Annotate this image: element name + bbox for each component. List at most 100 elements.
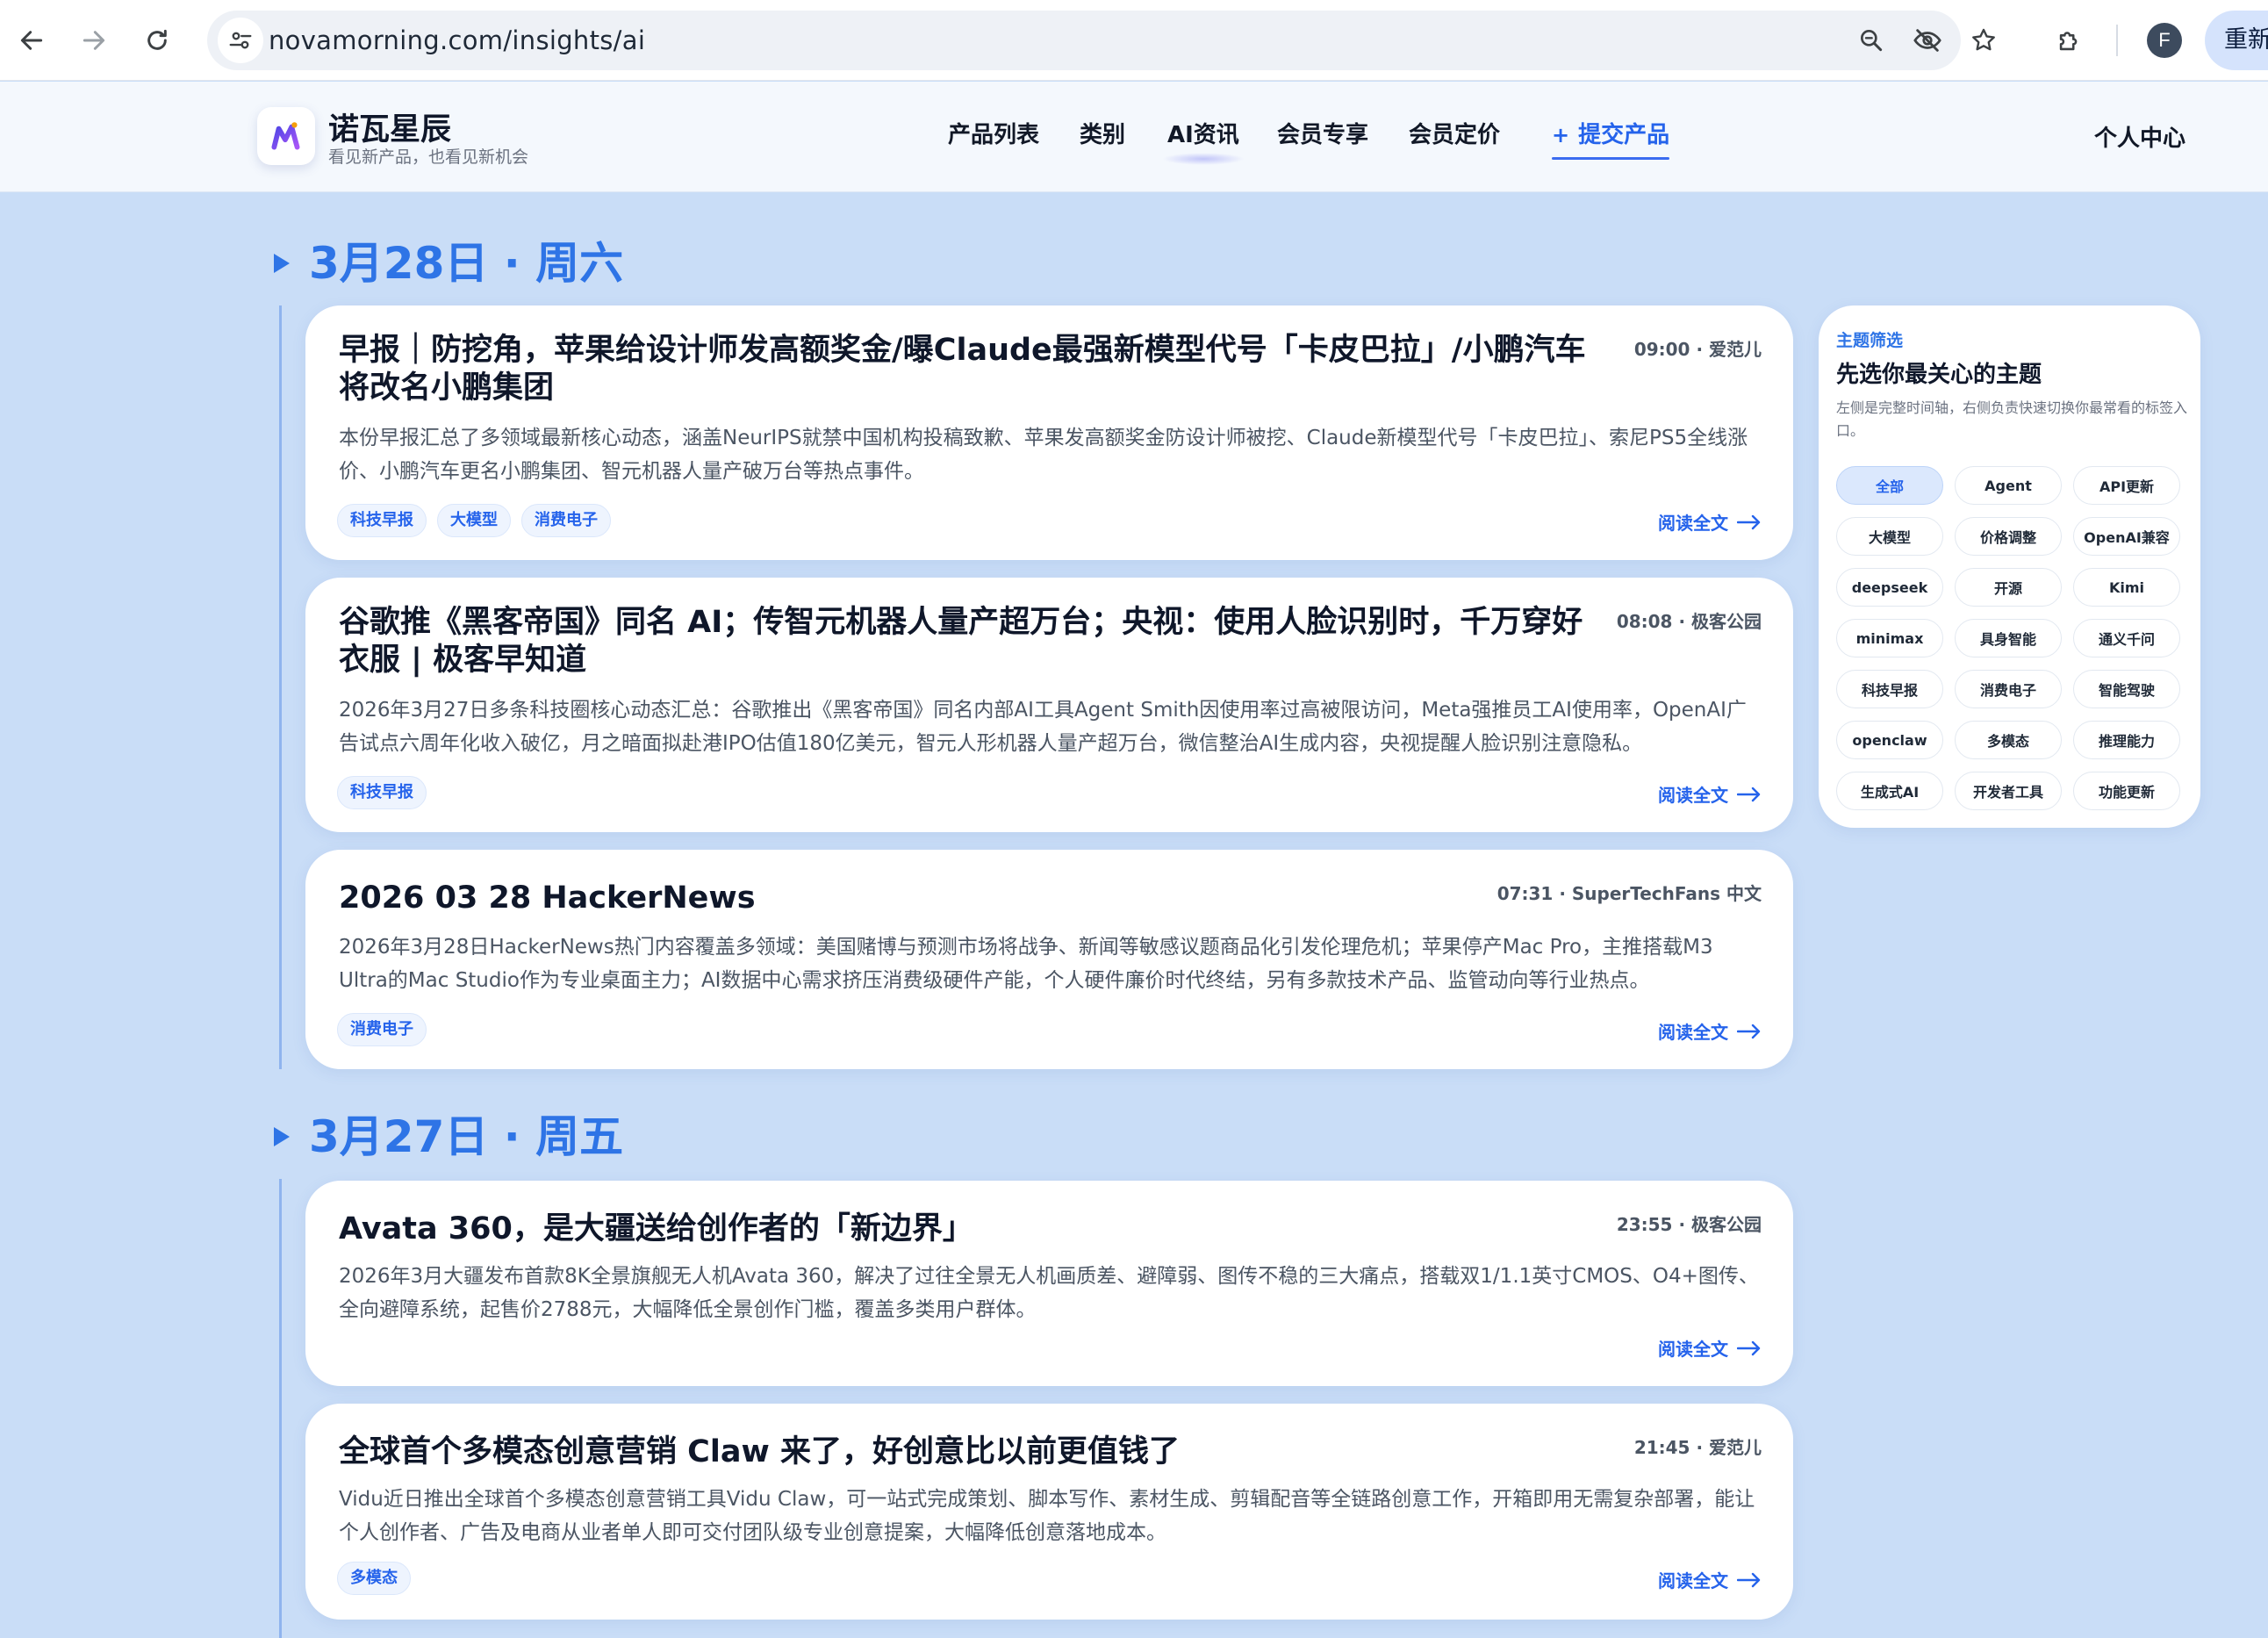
article-tags: 科技早报 [337,776,427,809]
date-heading: 3月27日 · 周五 [274,1102,623,1165]
article-card[interactable]: 谷歌推《黑客帝国》同名 AI；传智元机器人量产超万台；央视：使用人脸识别时，千万… [305,578,1793,832]
topic-chip[interactable]: 智能驾驶 [2073,670,2180,708]
article-card[interactable]: 2026 03 28 HackerNews 07:31 · SuperTechF… [305,850,1793,1069]
zoom-button[interactable] [1854,23,1889,58]
user-center-link[interactable]: 个人中心 [2094,120,2185,153]
tag-chip[interactable]: 科技早报 [337,504,427,537]
topic-chip[interactable]: 开发者工具 [1955,772,2062,810]
timeline-line [279,305,282,1069]
arrow-right-icon [1737,1024,1761,1038]
topic-chip[interactable]: deepseek [1836,568,1943,607]
article-tags: 消费电子 [337,1013,427,1046]
topic-chip[interactable]: 具身智能 [1955,619,2062,657]
article-title[interactable]: 2026 03 28 HackerNews [339,880,1611,917]
topic-chip[interactable]: OpenAI兼容 [2073,517,2180,556]
forward-button[interactable] [69,16,118,65]
topic-chip[interactable]: API更新 [2073,466,2180,505]
star-icon [1972,28,1995,51]
browser-toolbar: novamorning.com/insights/ai F 重新 [0,0,2268,81]
tune-icon [229,32,252,49]
nav-categories[interactable]: 类别 [1080,117,1125,149]
tag-chip[interactable]: 消费电子 [337,1013,427,1046]
article-card[interactable]: 全球首个多模态创意营销 Claw 来了，好创意比以前更值钱了 21:45 · 爱… [305,1404,1793,1620]
article-card[interactable]: 早报｜防挖角，苹果给设计师发高额奖金/曝Claude最强新模型代号「卡皮巴拉」/… [305,305,1793,560]
topic-chip[interactable]: 开源 [1955,568,2062,607]
read-more-link[interactable]: 阅读全文 [1658,1567,1762,1592]
topic-filter-panel: 主题筛选 先选你最关心的主题 左侧是完整时间轴，右侧负责快速切换你最常看的标签入… [1819,305,2200,828]
article-title[interactable]: Avata 360，是大疆送给创作者的「新边界」 [339,1211,1611,1248]
date-heading: 3月28日 · 周六 [274,228,623,291]
tag-chip[interactable]: 科技早报 [337,776,427,809]
article-title[interactable]: 全球首个多模态创意营销 Claw 来了，好创意比以前更值钱了 [339,1433,1611,1471]
article-summary: 2026年3月28日HackerNews热门内容覆盖多领域：美国赌博与预测市场将… [339,936,1713,992]
topic-chip[interactable]: 通义千问 [2073,619,2180,657]
back-button[interactable] [7,16,56,65]
topic-chip-grid: 全部 Agent API更新大模型 价格调整 OpenAI兼容 deepseek 开源 Kim… [1836,466,2187,810]
topic-chip[interactable]: 科技早报 [1836,670,1943,708]
tracking-protection-button[interactable] [1910,23,1945,58]
logo-mark-icon [271,122,300,150]
topic-chip[interactable]: 多模态 [1955,721,2062,759]
brand-logo[interactable] [257,107,315,165]
topic-chip[interactable]: 大模型 [1836,517,1943,556]
article-meta: 23:55 · 极客公园 [1616,1214,1762,1235]
article-tags: 多模态 [337,1562,411,1595]
read-more-link[interactable]: 阅读全文 [1658,781,1762,807]
arrow-right-icon [1737,1340,1761,1355]
brand-name[interactable]: 诺瓦星辰 [328,104,451,149]
read-more-link[interactable]: 阅读全文 [1658,1335,1762,1361]
brand-tagline: 看见新产品，也看见新机会 [328,147,529,167]
nav-product-list[interactable]: 产品列表 [948,117,1039,149]
topic-chip[interactable]: 消费电子 [1955,670,2062,708]
profile-avatar[interactable]: F [2147,23,2182,58]
submit-product-label: 提交产品 [1578,122,1670,148]
nav-member-pricing[interactable]: 会员定价 [1409,117,1500,149]
reload-button[interactable] [133,16,182,65]
read-more-link[interactable]: 阅读全文 [1658,1018,1762,1044]
topic-chip[interactable]: Kimi [2073,568,2180,607]
topic-chip[interactable]: 价格调整 [1955,517,2062,556]
topic-chip[interactable]: 推理能力 [2073,721,2180,759]
arrow-right-icon [83,31,105,50]
article-summary: 本份早报汇总了多领域最新核心动态，涵盖NeurIPS就禁中国机构投稿致歉、苹果发… [339,427,1748,483]
tag-chip[interactable]: 多模态 [337,1562,411,1595]
topic-description: 左侧是完整时间轴，右侧负责快速切换你最常看的标签入口。 [1836,399,2188,439]
read-more-link[interactable]: 阅读全文 [1658,509,1762,535]
arrow-right-icon [1737,514,1761,529]
site-header: 诺瓦星辰 看见新产品，也看见新机会 产品列表 类别 AI资讯 会员专享 会员定价… [0,82,2268,192]
extensions-button[interactable] [2050,21,2089,60]
article-tags: 科技早报 大模型 消费电子 [337,504,611,537]
nav-member-exclusive[interactable]: 会员专享 [1277,117,1368,149]
url-text[interactable]: novamorning.com/insights/ai [269,11,645,70]
site-info-button[interactable] [218,18,263,63]
nav-ai-news[interactable]: AI资讯 [1162,117,1245,165]
puzzle-icon [2059,32,2078,51]
topic-chip[interactable]: openclaw [1836,721,1943,759]
zoom-icon [1861,29,1883,52]
bookmark-button[interactable] [1966,23,2001,58]
topic-chip[interactable]: minimax [1836,619,1943,657]
reload-icon [147,29,167,50]
article-title[interactable]: 谷歌推《黑客帝国》同名 AI；传智元机器人量产超万台；央视：使用人脸识别时，千万… [339,604,1611,679]
triangle-marker-icon [274,253,290,273]
address-bar[interactable]: novamorning.com/insights/ai [207,11,1995,70]
submit-product-link[interactable]: + 提交产品 [1552,117,1670,160]
topic-eyebrow: 主题筛选 [1836,331,1904,350]
topic-chip[interactable]: Agent [1955,466,2062,505]
article-card[interactable]: Avata 360，是大疆送给创作者的「新边界」 23:55 · 极客公园 20… [305,1181,1793,1386]
tag-chip[interactable]: 消费电子 [521,504,611,537]
relaunch-button[interactable]: 重新 [2205,11,2268,70]
tag-chip[interactable]: 大模型 [437,504,511,537]
topic-chip[interactable]: 生成式AI [1836,772,1943,810]
arrow-left-icon [20,31,43,50]
article-summary: 2026年3月27日多条科技圈核心动态汇总：谷歌推出《黑客帝国》同名内部AI工具… [339,699,1747,755]
article-meta: 09:00 · 爱范儿 [1633,339,1762,360]
topic-chip[interactable]: 功能更新 [2073,772,2180,810]
topic-title: 先选你最关心的主题 [1836,362,2042,388]
article-summary: Vidu近日推出全球首个多模态创意营销工具Vidu Claw，可一站式完成策划、… [339,1488,1755,1544]
article-summary: 2026年3月大疆发布首款8K全景旗舰无人机Avata 360，解决了过往全景无… [339,1265,1759,1321]
article-title[interactable]: 早报｜防挖角，苹果给设计师发高额奖金/曝Claude最强新模型代号「卡皮巴拉」/… [339,332,1611,407]
arrow-right-icon [1737,1572,1761,1587]
article-meta: 08:08 · 极客公园 [1616,611,1762,632]
topic-chip[interactable]: 全部 [1836,466,1943,505]
